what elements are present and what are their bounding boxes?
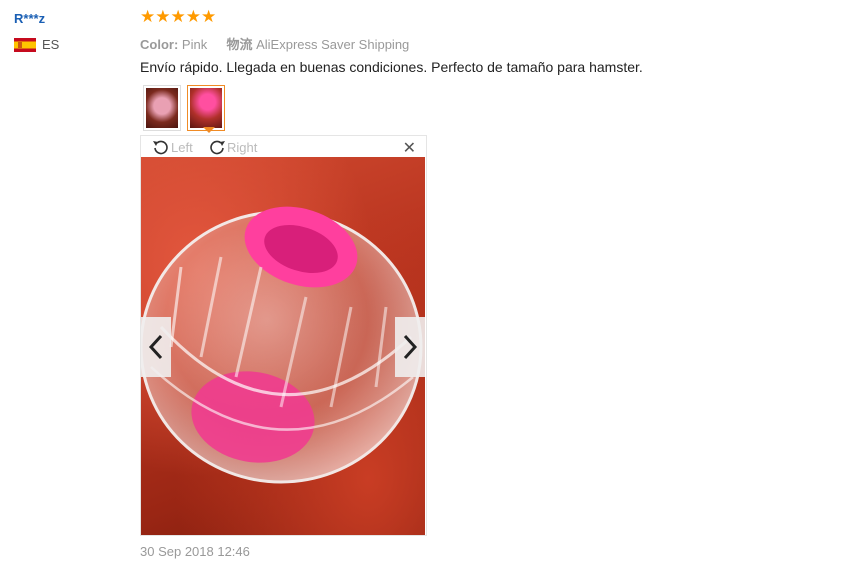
star-icon: ★ [155, 7, 171, 27]
chevron-left-icon [148, 334, 163, 360]
country-code: ES [42, 37, 60, 52]
color-label: Color: [140, 37, 179, 52]
review-text: Envío rápido. Llegada en buenas condicio… [140, 59, 643, 75]
reviewer-name[interactable]: R***z [14, 11, 45, 26]
photo-viewer-toolbar: Left Right ✕ [141, 136, 426, 157]
rotate-right-label: Right [227, 139, 258, 155]
rotate-right-button[interactable]: Right [207, 138, 257, 156]
rotate-left-label: Left [171, 139, 193, 155]
photo-viewer: Left Right ✕ [140, 135, 427, 536]
star-icon: ★ [185, 7, 201, 27]
star-icon: ★ [140, 7, 156, 27]
shipping-label: 物流 [226, 37, 253, 52]
selected-thumbnail-indicator [203, 127, 215, 133]
star-icon: ★ [170, 7, 186, 27]
review-photo-thumbnail-1[interactable] [143, 85, 181, 131]
hamster-ball-image [141, 206, 423, 484]
rotate-left-button[interactable]: Left [151, 138, 193, 156]
color-value: Pink [181, 37, 208, 52]
shipping-value: AliExpress Saver Shipping [256, 37, 410, 52]
previous-photo-button[interactable] [141, 317, 171, 377]
rotate-left-icon [153, 140, 168, 155]
chevron-right-icon [403, 334, 418, 360]
next-photo-button[interactable] [395, 317, 425, 377]
rotate-right-icon [210, 140, 225, 155]
review-photo [141, 157, 425, 535]
review-timestamp: 30 Sep 2018 12:46 [140, 544, 250, 559]
review-photo-thumbnail-2[interactable] [187, 85, 225, 131]
star-icon: ★ [201, 7, 217, 27]
order-info: Color: Pink 物流 AliExpress Saver Shipping [140, 34, 409, 53]
flag-spain-icon [14, 37, 36, 52]
star-rating: ★ ★ ★ ★ ★ [140, 9, 216, 26]
close-icon[interactable]: ✕ [403, 138, 416, 157]
reviewer-country: ES [14, 37, 59, 52]
